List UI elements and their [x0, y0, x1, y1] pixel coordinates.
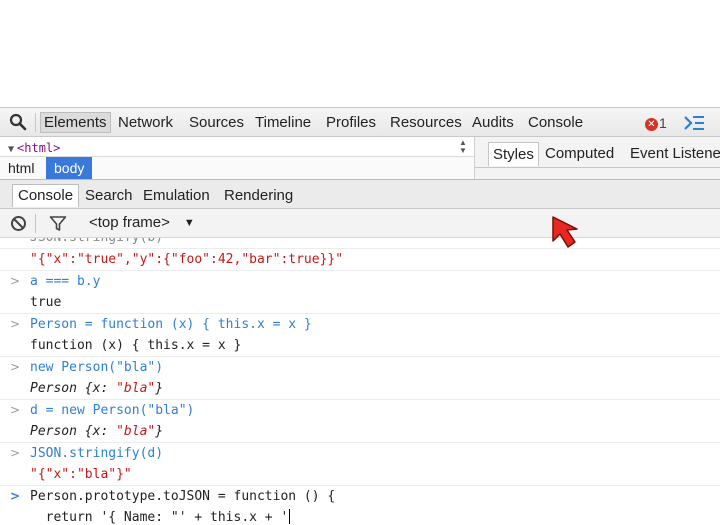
breadcrumb-body[interactable]: body	[46, 157, 93, 179]
inspected-page-area	[0, 0, 720, 107]
tab-elements[interactable]: Elements	[40, 112, 111, 133]
frame-select-value: <top frame>	[89, 214, 170, 231]
console-input-line: JSON.stringify(b)	[0, 238, 720, 248]
console-toolbar: <top frame> ▼	[0, 209, 720, 238]
breadcrumb-html[interactable]: html	[0, 157, 42, 179]
console-output-object[interactable]: Person {x: "bla"}	[0, 421, 720, 442]
breadcrumb: html body	[0, 156, 474, 179]
styles-sidebar: Styles Computed Event Listeners	[475, 137, 720, 179]
drawer-tab-bar: Console Search Emulation Rendering	[0, 179, 720, 209]
console-prompt-line[interactable]: > Person.prototype.toJSON = function () {	[0, 486, 720, 507]
console-entry: > JSON.stringify(d) "{"x":"bla"}"	[0, 443, 720, 486]
search-icon[interactable]	[9, 113, 27, 131]
drawer-tab-emulation[interactable]: Emulation	[138, 184, 215, 207]
styles-tab-divider	[475, 167, 720, 168]
console-entry: JSON.stringify(b)	[0, 238, 720, 249]
tab-timeline[interactable]: Timeline	[252, 112, 314, 133]
expand-triangle-icon[interactable]: ▼	[8, 144, 14, 155]
show-drawer-icon[interactable]	[683, 114, 705, 132]
console-output-line: true	[30, 295, 62, 310]
devtools-toolbar: Elements Network Sources Timeline Profil…	[0, 107, 720, 137]
console-output-line: "{"x":"bla"}"	[30, 467, 132, 482]
dom-tree-panel: ▼ <html> ▲ ▼ html body	[0, 137, 475, 179]
input-chevron-icon: >	[10, 446, 21, 460]
input-chevron-icon: >	[10, 403, 21, 417]
drawer-tab-rendering[interactable]: Rendering	[219, 184, 298, 207]
filter-icon[interactable]	[49, 215, 67, 232]
console-output-line: "{"x":"true","y":{"foo":42,"bar":true}}"	[30, 252, 344, 267]
console-output-line: function (x) { this.x = x }	[30, 338, 242, 353]
error-icon: ✕	[645, 118, 658, 131]
console-input-line: > d = new Person("bla")	[0, 400, 720, 421]
console-toolbar-divider	[35, 214, 36, 233]
console-output-object[interactable]: Person {x: "bla"}	[0, 378, 720, 399]
tab-profiles[interactable]: Profiles	[323, 112, 379, 133]
console-entry: "{"x":"true","y":{"foo":42,"bar":true}}"	[0, 249, 720, 271]
tab-event-listeners[interactable]: Event Listeners	[626, 142, 720, 166]
tab-audits[interactable]: Audits	[469, 112, 517, 133]
console-prompt[interactable]: > Person.prototype.toJSON = function () {…	[0, 486, 720, 525]
html-tag-text: <html>	[17, 141, 61, 155]
console-prompt-line[interactable]: return '{ Name: "' + this.x + '	[0, 507, 720, 525]
console-output[interactable]: JSON.stringify(b) "{"x":"true","y":{"foo…	[0, 238, 720, 525]
console-entry: > a === b.y true	[0, 271, 720, 314]
prompt-chevron-icon: >	[10, 489, 21, 503]
console-entry: > new Person("bla") Person {x: "bla"}	[0, 357, 720, 400]
tab-styles[interactable]: Styles	[488, 142, 539, 166]
tab-network[interactable]: Network	[115, 112, 176, 133]
tab-computed[interactable]: Computed	[541, 142, 618, 166]
mouse-pointer-icon	[552, 216, 578, 248]
input-chevron-icon: >	[10, 317, 21, 331]
console-input-line: > JSON.stringify(d)	[0, 443, 720, 464]
text-cursor	[289, 509, 291, 524]
input-chevron-icon: >	[10, 274, 21, 288]
frame-select[interactable]: <top frame> ▼	[89, 214, 195, 232]
tab-sources[interactable]: Sources	[186, 112, 247, 133]
console-input-line: > a === b.y	[0, 271, 720, 292]
console-entry: > d = new Person("bla") Person {x: "bla"}	[0, 400, 720, 443]
console-input-line: > Person = function (x) { this.x = x }	[0, 314, 720, 335]
drawer-tab-search[interactable]: Search	[80, 184, 138, 207]
clear-console-icon[interactable]	[10, 215, 27, 232]
scroll-arrows-icon[interactable]: ▲ ▼	[459, 139, 467, 155]
input-chevron-icon: >	[10, 360, 21, 374]
tab-resources[interactable]: Resources	[387, 112, 465, 133]
drawer-tab-console[interactable]: Console	[12, 184, 80, 207]
console-entry: > Person = function (x) { this.x = x } fu…	[0, 314, 720, 357]
toolbar-divider	[35, 113, 36, 132]
console-input-line: > new Person("bla")	[0, 357, 720, 378]
chevron-down-icon: ▼	[183, 217, 195, 229]
dom-tree-root[interactable]: ▼ <html>	[8, 141, 60, 155]
error-count: 1	[659, 115, 667, 131]
error-counter[interactable]: ✕ 1	[645, 115, 667, 131]
tab-console[interactable]: Console	[525, 112, 586, 133]
